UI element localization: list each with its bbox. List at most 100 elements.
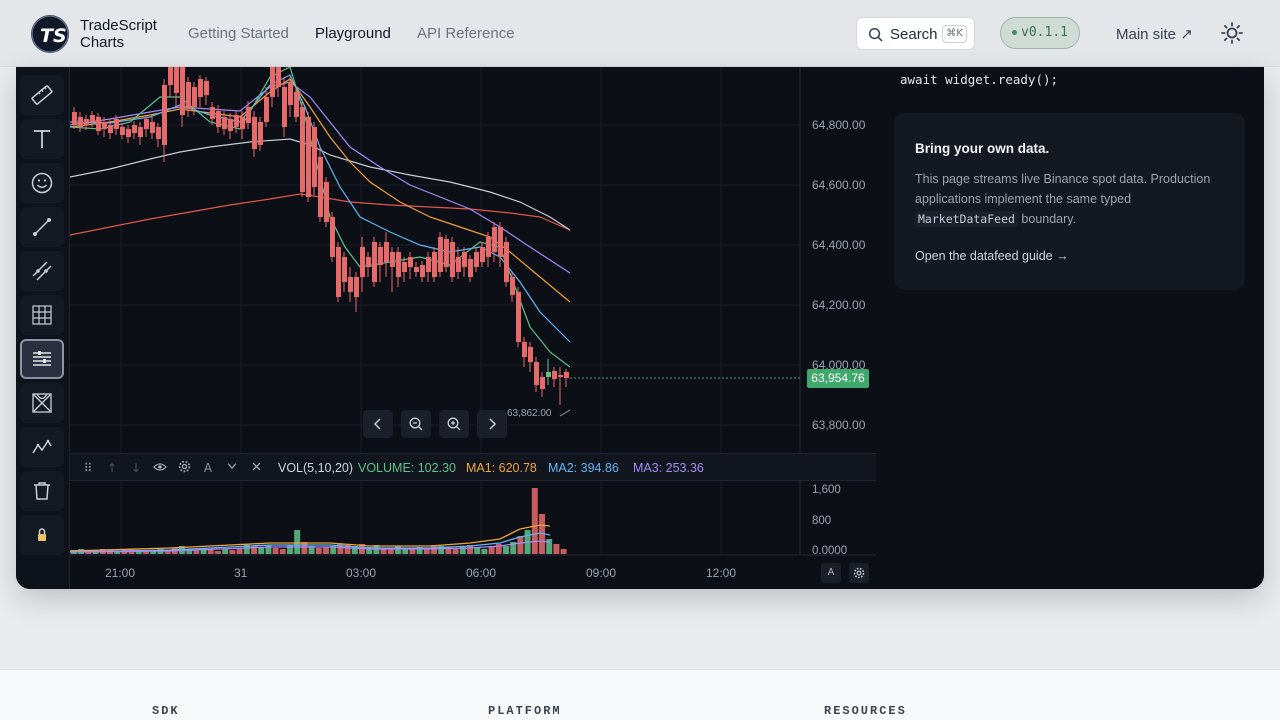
- theme-toggle-button[interactable]: [1220, 21, 1244, 45]
- text-tool-button[interactable]: [20, 119, 64, 159]
- grid-tool-button[interactable]: [20, 295, 64, 335]
- candle-body: [264, 97, 269, 122]
- status-dot-icon: [1012, 30, 1018, 35]
- candle-body: [384, 242, 389, 262]
- candle-body: [408, 257, 413, 267]
- volume-bar: [503, 546, 509, 554]
- parallel-line-tool-button[interactable]: [20, 251, 64, 291]
- volume-bar: [265, 545, 272, 554]
- datafeed-card: Bring your own data. This page streams l…: [894, 113, 1245, 290]
- collapse-button[interactable]: [224, 460, 240, 476]
- ruler-tool-button[interactable]: [20, 75, 64, 115]
- volume-bar: [560, 549, 567, 554]
- volume-axis-label: 0.0000: [812, 545, 848, 557]
- search-button[interactable]: Search ⌘K: [856, 17, 975, 50]
- candle-body: [396, 252, 401, 277]
- card-title: Bring your own data.: [915, 141, 1050, 156]
- candle-body: [156, 127, 161, 139]
- gear-icon: [178, 460, 190, 473]
- candle-body: [366, 257, 371, 267]
- pattern-icon: [32, 393, 52, 413]
- pane-settings-button[interactable]: [176, 460, 192, 476]
- auto-scale-button[interactable]: A: [821, 563, 841, 583]
- candle-body: [312, 127, 317, 187]
- volume-bar: [287, 545, 293, 554]
- trend-line-icon: [33, 218, 51, 236]
- search-label: Search: [890, 26, 938, 43]
- volume-bar: [272, 548, 279, 554]
- drag-handle-icon[interactable]: ⠿: [80, 460, 96, 476]
- brand-logo-icon[interactable]: TS: [31, 15, 69, 53]
- chevron-down-icon: [227, 463, 237, 470]
- visibility-button[interactable]: [152, 460, 168, 476]
- volume-bar: [323, 547, 329, 554]
- candle-body: [306, 117, 311, 197]
- move-up-button[interactable]: ↑: [104, 460, 120, 476]
- candle-body: [258, 122, 263, 145]
- indicator-settings-icon: [33, 351, 51, 366]
- main-site-link[interactable]: Main site ↗: [1116, 25, 1193, 43]
- candle-body: [372, 242, 377, 282]
- emoji-icon: [31, 172, 53, 194]
- trend-line-tool-button[interactable]: [20, 207, 64, 247]
- indicator-settings-tool-button[interactable]: [20, 339, 64, 379]
- indicator-name: VOL(5,10,20): [278, 461, 354, 475]
- scroll-right-button[interactable]: [477, 410, 507, 438]
- candle-body: [558, 375, 563, 377]
- chart-settings-button[interactable]: [849, 563, 869, 583]
- zoom-out-button[interactable]: [401, 410, 431, 438]
- candle-body: [528, 347, 533, 362]
- parallel-line-icon: [32, 261, 52, 281]
- candle-body: [486, 237, 491, 257]
- candle-body: [294, 92, 299, 117]
- move-down-button[interactable]: ↓: [128, 460, 144, 476]
- zoom-in-button[interactable]: [439, 410, 469, 438]
- emoji-tool-button[interactable]: [20, 163, 64, 203]
- price-chart-canvas[interactable]: [70, 67, 876, 589]
- candle-body: [144, 119, 149, 129]
- footer-heading-sdk: SDK: [152, 704, 180, 718]
- nav-playground[interactable]: Playground: [315, 25, 391, 42]
- close-pane-button[interactable]: [248, 460, 264, 476]
- candle-body: [162, 85, 167, 145]
- candle-body: [192, 87, 197, 107]
- candle-body: [510, 277, 515, 295]
- datafeed-guide-link[interactable]: Open the datafeed guide →: [915, 249, 1069, 263]
- volume-bar: [517, 536, 524, 554]
- version-badge[interactable]: v0.1.1: [1000, 17, 1080, 49]
- candle-body: [150, 122, 155, 133]
- price-axis-label: 64,800.00: [812, 118, 866, 132]
- volume-bar: [315, 548, 322, 554]
- font-button[interactable]: A: [200, 460, 216, 476]
- candle-body: [72, 112, 77, 125]
- candle-body: [204, 81, 209, 95]
- zoom-in-icon: [447, 417, 461, 431]
- candle-body: [174, 67, 179, 93]
- lock-tool-button[interactable]: [20, 515, 64, 555]
- pattern-tool-button[interactable]: [20, 383, 64, 423]
- lock-icon: [38, 528, 46, 541]
- candle-body: [78, 117, 83, 127]
- volume-bar: [553, 544, 560, 554]
- volume-axis-label: 800: [812, 515, 832, 527]
- candle-body: [504, 242, 509, 282]
- candle-body: [456, 257, 461, 272]
- chart-area[interactable]: 64,800.00 64,600.00 64,400.00 64,200.00 …: [70, 67, 876, 589]
- ma1-value: MA1: 620.78: [466, 461, 537, 475]
- nav-api-reference[interactable]: API Reference: [417, 25, 515, 42]
- delete-tool-button[interactable]: [20, 471, 64, 511]
- candle-body: [324, 182, 329, 222]
- candle-body: [480, 247, 485, 262]
- wave-tool-button[interactable]: [20, 427, 64, 467]
- volume-bar: [279, 549, 286, 554]
- candle-body: [120, 127, 125, 135]
- brand-name[interactable]: TradeScript Charts: [80, 17, 157, 51]
- candle-body: [96, 117, 101, 131]
- candle-body: [270, 67, 275, 97]
- candle-body: [348, 277, 353, 292]
- candle-body: [216, 111, 221, 127]
- scroll-left-button[interactable]: [363, 410, 393, 438]
- candle-body: [342, 257, 347, 282]
- nav-getting-started[interactable]: Getting Started: [188, 25, 289, 42]
- ruler-icon: [31, 85, 53, 105]
